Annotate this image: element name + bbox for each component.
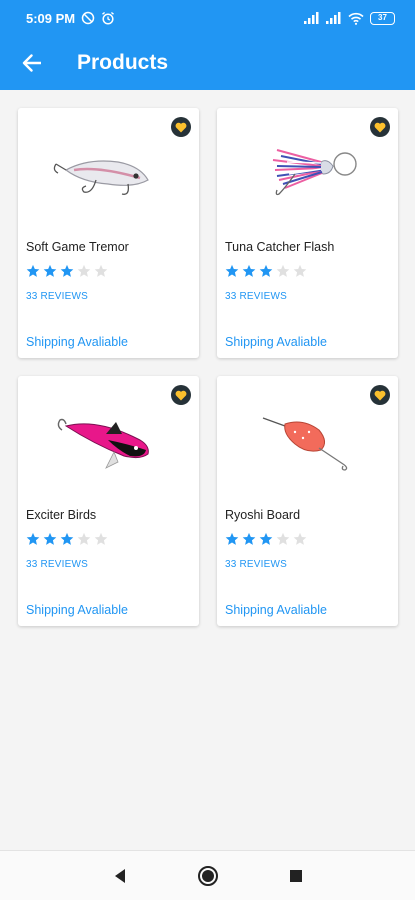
star-empty-icon — [276, 532, 290, 545]
back-button[interactable] — [12, 43, 52, 83]
star-filled-icon — [43, 532, 57, 545]
favorite-button[interactable] — [171, 117, 191, 137]
product-name: Tuna Catcher Flash — [225, 240, 335, 254]
reviews-count[interactable]: 33 REVIEWS — [225, 559, 287, 570]
nav-home-button[interactable] — [195, 863, 221, 889]
star-filled-icon — [60, 532, 74, 545]
heart-icon — [374, 390, 386, 400]
star-empty-icon — [94, 264, 108, 277]
heart-icon — [175, 390, 187, 400]
rating-stars — [225, 532, 307, 546]
heart-icon — [374, 122, 386, 132]
pink-black-bird-lure-image — [57, 418, 149, 469]
star-filled-icon — [242, 264, 256, 277]
triangle-back-icon — [114, 868, 125, 883]
heart-icon — [175, 122, 187, 132]
star-filled-icon — [225, 532, 239, 545]
star-filled-icon — [26, 264, 40, 277]
rating-stars — [26, 532, 108, 546]
star-filled-icon — [242, 532, 256, 545]
shipping-status: Shipping Avaliable — [225, 335, 327, 349]
star-filled-icon — [259, 264, 273, 277]
rating-stars — [225, 264, 307, 278]
shipping-status: Shipping Avaliable — [225, 603, 327, 617]
status-bar: 5:09 PM 37 — [0, 0, 415, 36]
star-filled-icon — [225, 264, 239, 277]
product-name: Ryoshi Board — [225, 508, 301, 522]
star-filled-icon — [43, 264, 57, 277]
favorite-button[interactable] — [370, 117, 390, 137]
status-right: 37 — [304, 11, 395, 25]
home-circle-icon — [197, 865, 218, 886]
product-grid: Soft Game Tremor 33 REVIEWS Shipping Ava… — [18, 108, 399, 626]
star-filled-icon — [60, 264, 74, 277]
app-bar: 5:09 PM 37 Products — [0, 0, 415, 90]
status-left: 5:09 PM — [26, 11, 115, 26]
product-card[interactable]: Exciter Birds 33 REVIEWS Shipping Avalia… — [18, 376, 199, 626]
battery-icon: 37 — [370, 11, 395, 25]
status-time: 5:09 PM — [26, 10, 76, 26]
reviews-count[interactable]: 33 REVIEWS — [225, 291, 287, 302]
square-recents-icon — [289, 869, 302, 882]
nav-back-button[interactable] — [107, 863, 133, 889]
star-filled-icon — [26, 532, 40, 545]
product-card[interactable]: Ryoshi Board 33 REVIEWS Shipping Avaliab… — [217, 376, 398, 626]
reviews-count[interactable]: 33 REVIEWS — [26, 291, 88, 302]
pink-blue-skirt-lure-image — [272, 149, 357, 196]
signal-icon-2 — [326, 12, 342, 24]
dnd-icon — [81, 11, 95, 25]
star-empty-icon — [293, 264, 307, 277]
product-card[interactable]: Soft Game Tremor 33 REVIEWS Shipping Ava… — [18, 108, 199, 358]
toolbar: Products — [0, 36, 415, 90]
reviews-count[interactable]: 33 REVIEWS — [26, 559, 88, 570]
page-title: Products — [77, 51, 169, 74]
star-empty-icon — [77, 264, 91, 277]
orange-spoon-lure-image — [262, 417, 348, 471]
favorite-button[interactable] — [370, 385, 390, 405]
silver-minnow-lure-image — [53, 160, 149, 195]
product-name: Soft Game Tremor — [26, 240, 129, 254]
shipping-status: Shipping Avaliable — [26, 603, 128, 617]
signal-icon — [304, 12, 320, 24]
favorite-button[interactable] — [171, 385, 191, 405]
shipping-status: Shipping Avaliable — [26, 335, 128, 349]
arrow-back-icon — [22, 54, 41, 72]
star-filled-icon — [259, 532, 273, 545]
star-empty-icon — [276, 264, 290, 277]
star-empty-icon — [293, 532, 307, 545]
nav-recents-button[interactable] — [283, 863, 309, 889]
product-card[interactable]: Tuna Catcher Flash 33 REVIEWS Shipping A… — [217, 108, 398, 358]
system-nav-bar — [0, 850, 415, 900]
star-empty-icon — [77, 532, 91, 545]
wifi-icon — [348, 12, 364, 25]
alarm-icon — [101, 11, 115, 25]
rating-stars — [26, 264, 108, 278]
product-name: Exciter Birds — [26, 508, 97, 522]
star-empty-icon — [94, 532, 108, 545]
